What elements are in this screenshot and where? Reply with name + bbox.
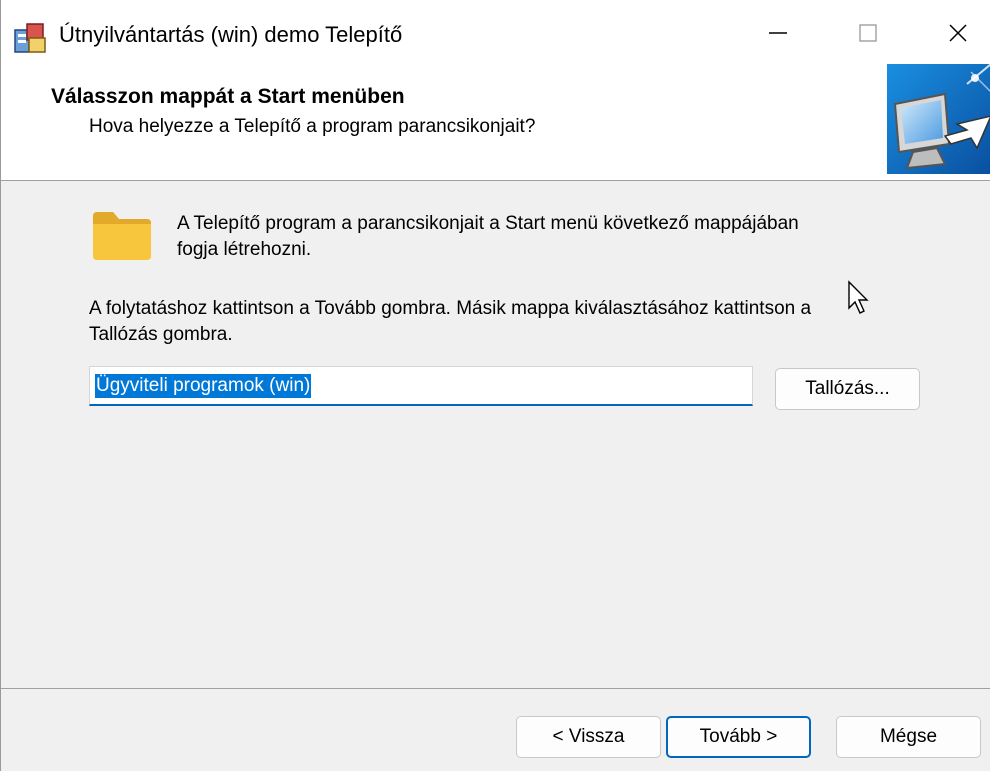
computer-install-icon bbox=[887, 64, 990, 174]
folder-icon bbox=[93, 212, 151, 260]
maximize-icon bbox=[859, 24, 877, 42]
mouse-cursor-icon bbox=[848, 280, 869, 314]
minimize-icon bbox=[769, 32, 787, 34]
instruction-line-2: Tallózás gombra. bbox=[89, 324, 233, 345]
close-icon bbox=[949, 24, 967, 42]
info-text: A Telepítő program a parancsikonjait a S… bbox=[177, 211, 917, 263]
instruction-line-1: A folytatáshoz kattintson a Tovább gombr… bbox=[89, 298, 812, 319]
title-bar[interactable]: Útnyilvántartás (win) demo Telepítő bbox=[1, 0, 990, 64]
footer-separator bbox=[1, 688, 990, 689]
browse-button[interactable]: Tallózás... bbox=[775, 368, 920, 410]
back-button[interactable]: < Vissza bbox=[516, 716, 661, 758]
next-button[interactable]: Tovább > bbox=[666, 716, 811, 758]
folder-input-value: Ügyviteli programok (win) bbox=[95, 373, 312, 398]
start-menu-folder-input[interactable]: Ügyviteli programok (win) bbox=[89, 366, 753, 406]
cancel-button[interactable]: Mégse bbox=[836, 716, 981, 758]
info-line-1: A Telepítő program a parancsikonjait a S… bbox=[177, 213, 799, 234]
installer-icon bbox=[14, 23, 46, 53]
minimize-button[interactable] bbox=[733, 4, 823, 62]
wizard-header: Válasszon mappát a Start menüben Hova he… bbox=[1, 64, 990, 181]
info-line-2: fogja létrehozni. bbox=[177, 239, 312, 260]
maximize-button[interactable] bbox=[823, 4, 913, 62]
page-title: Válasszon mappát a Start menüben bbox=[51, 85, 405, 108]
close-button[interactable] bbox=[913, 4, 990, 62]
instruction-text: A folytatáshoz kattintson a Tovább gombr… bbox=[89, 296, 949, 348]
window-title: Útnyilvántartás (win) demo Telepítő bbox=[59, 22, 403, 47]
installer-window: Útnyilvántartás (win) demo Telepítő Vála… bbox=[0, 0, 990, 771]
page-subtitle: Hova helyezze a Telepítő a program paran… bbox=[89, 116, 536, 137]
